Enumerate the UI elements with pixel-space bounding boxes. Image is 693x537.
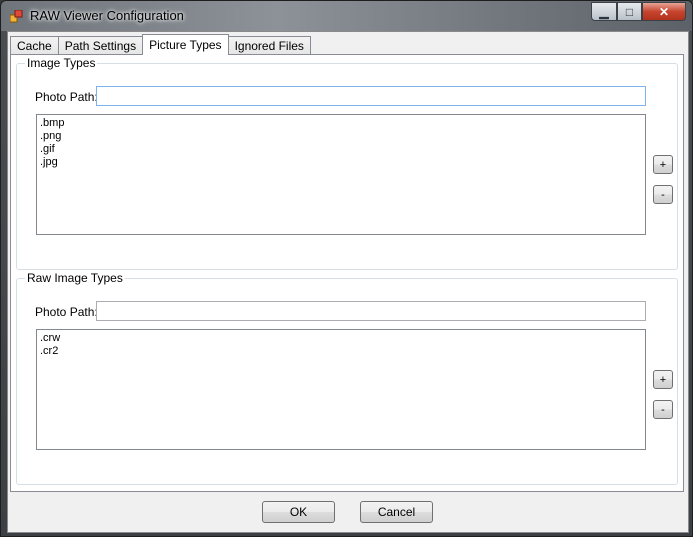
tab-label: Cache [17,39,52,53]
app-icon [10,10,23,23]
tab-ignored-files[interactable]: Ignored Files [227,36,311,55]
raw-extensions-list[interactable]: .crw .cr2 [36,329,646,450]
window-title: RAW Viewer Configuration [30,8,184,23]
picture-types-page: Image Types Photo Path: .bmp .png .gif .… [10,54,684,492]
list-item[interactable]: .png [40,130,642,143]
image-types-group: Image Types Photo Path: .bmp .png .gif .… [16,56,678,270]
add-image-type-button[interactable]: + [653,155,673,174]
tab-label: Ignored Files [234,39,304,53]
config-window: RAW Viewer Configuration ▁ □ ✕ Cache Pat… [0,0,693,537]
remove-raw-type-button[interactable]: - [653,400,673,419]
minus-icon: - [661,188,665,201]
maximize-button[interactable]: □ [617,2,642,21]
minimize-button[interactable]: ▁ [591,2,617,21]
cancel-button[interactable]: Cancel [360,501,433,523]
image-extensions-list[interactable]: .bmp .png .gif .jpg [36,114,646,235]
plus-icon: + [659,158,667,171]
raw-image-types-legend: Raw Image Types [25,271,125,285]
photo-path-label: Photo Path: [35,90,98,104]
remove-image-type-button[interactable]: - [653,185,673,204]
plus-icon: + [659,373,667,386]
raw-photo-path-label: Photo Path: [35,305,98,319]
tab-picture-types[interactable]: Picture Types [142,34,229,55]
image-photo-path-input[interactable] [96,86,646,106]
ok-button[interactable]: OK [262,501,335,523]
raw-photo-path-input[interactable] [96,301,646,321]
dialog-button-bar: OK Cancel [8,492,688,532]
list-item[interactable]: .jpg [40,156,642,169]
raw-image-types-group: Raw Image Types Photo Path: .crw .cr2 + … [16,271,678,485]
close-icon: ✕ [658,4,670,19]
client-area: Cache Path Settings Picture Types Ignore… [7,31,689,533]
list-item[interactable]: .crw [40,332,642,345]
minimize-icon: ▁ [599,4,609,19]
tab-label: Picture Types [149,38,222,52]
maximize-icon: □ [625,4,634,19]
tab-cache[interactable]: Cache [10,36,59,55]
title-bar[interactable]: RAW Viewer Configuration ▁ □ ✕ [1,1,692,31]
add-raw-type-button[interactable]: + [653,370,673,389]
tab-strip: Cache Path Settings Picture Types Ignore… [10,33,311,55]
list-item[interactable]: .gif [40,143,642,156]
image-types-legend: Image Types [25,56,98,70]
list-item[interactable]: .bmp [40,117,642,130]
minus-icon: - [661,403,665,416]
close-button[interactable]: ✕ [642,2,686,21]
list-item[interactable]: .cr2 [40,345,642,358]
tab-label: Path Settings [64,39,137,53]
tab-path-settings[interactable]: Path Settings [57,36,144,55]
